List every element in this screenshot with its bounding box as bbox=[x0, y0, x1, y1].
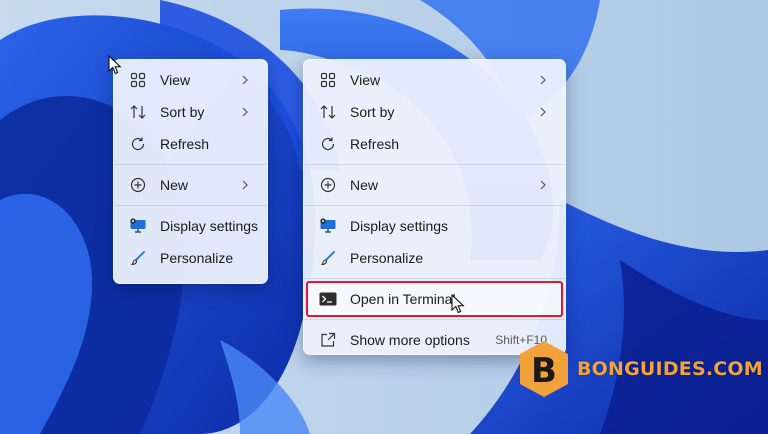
view-grid-icon bbox=[318, 70, 338, 90]
site-watermark: B BONGUIDES.COM bbox=[517, 339, 763, 399]
refresh-icon bbox=[318, 134, 338, 154]
chevron-right-icon bbox=[237, 177, 253, 193]
menu-separator bbox=[304, 205, 565, 206]
menu-item-refresh[interactable]: Refresh bbox=[118, 128, 263, 160]
bonguides-logo-icon: B bbox=[520, 341, 568, 397]
chevron-right-icon bbox=[237, 72, 253, 88]
menu-item-label: Sort by bbox=[350, 104, 395, 120]
watermark-text: BONGUIDES.COM bbox=[577, 358, 763, 380]
menu-item-label: Display settings bbox=[350, 218, 449, 234]
menu-item-personalize[interactable]: Personalize bbox=[118, 242, 263, 274]
mouse-pointer-icon bbox=[108, 55, 122, 75]
menu-item-display-settings[interactable]: Display settings bbox=[118, 210, 263, 242]
chevron-right-icon bbox=[535, 177, 551, 193]
menu-separator bbox=[114, 164, 267, 165]
display-icon bbox=[128, 216, 148, 236]
menu-item-label: Display settings bbox=[160, 218, 259, 234]
menu-item-label: New bbox=[160, 177, 189, 193]
context-menu-full: View Sort by Refresh New Display setting… bbox=[303, 59, 566, 355]
menu-separator bbox=[304, 278, 565, 279]
chevron-right-icon bbox=[237, 104, 253, 120]
menu-item-label: Sort by bbox=[160, 104, 205, 120]
refresh-icon bbox=[128, 134, 148, 154]
menu-item-view[interactable]: View bbox=[118, 64, 263, 96]
menu-item-personalize[interactable]: Personalize bbox=[308, 242, 561, 274]
brush-icon bbox=[318, 248, 338, 268]
logo-letter: B bbox=[531, 351, 557, 391]
context-menu-compact: View Sort by Refresh New Display setting… bbox=[113, 59, 268, 284]
menu-item-new[interactable]: New bbox=[118, 169, 263, 201]
menu-item-label: Personalize bbox=[350, 250, 424, 266]
view-grid-icon bbox=[128, 70, 148, 90]
brush-icon bbox=[128, 248, 148, 268]
menu-separator bbox=[304, 164, 565, 165]
menu-item-sort-by[interactable]: Sort by bbox=[118, 96, 263, 128]
display-icon bbox=[318, 216, 338, 236]
menu-item-open-in-terminal[interactable]: Open in Terminal bbox=[306, 281, 563, 317]
menu-item-label: New bbox=[350, 177, 379, 193]
menu-separator bbox=[304, 319, 565, 320]
menu-item-label: View bbox=[160, 72, 191, 88]
menu-separator bbox=[114, 205, 267, 206]
menu-item-sort-by[interactable]: Sort by bbox=[308, 96, 561, 128]
menu-item-display-settings[interactable]: Display settings bbox=[308, 210, 561, 242]
sort-icon bbox=[128, 102, 148, 122]
menu-item-label: View bbox=[350, 72, 381, 88]
menu-item-label: Personalize bbox=[160, 250, 234, 266]
menu-item-view[interactable]: View bbox=[308, 64, 561, 96]
mouse-pointer-icon bbox=[451, 294, 465, 314]
menu-item-label: Show more options bbox=[350, 332, 470, 348]
chevron-right-icon bbox=[535, 104, 551, 120]
menu-item-label: Refresh bbox=[160, 136, 210, 152]
terminal-icon bbox=[318, 289, 338, 309]
show-more-icon bbox=[318, 330, 338, 350]
plus-circle-icon bbox=[318, 175, 338, 195]
menu-item-refresh[interactable]: Refresh bbox=[308, 128, 561, 160]
menu-item-label: Refresh bbox=[350, 136, 400, 152]
menu-item-new[interactable]: New bbox=[308, 169, 561, 201]
plus-circle-icon bbox=[128, 175, 148, 195]
sort-icon bbox=[318, 102, 338, 122]
chevron-right-icon bbox=[535, 72, 551, 88]
